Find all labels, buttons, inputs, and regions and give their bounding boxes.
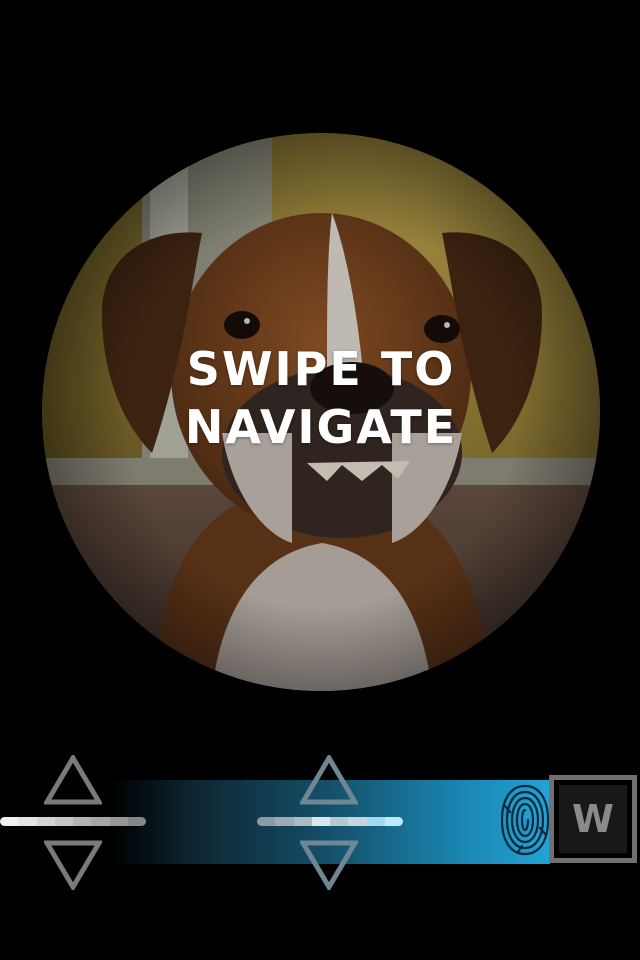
fingerprint-icon[interactable] xyxy=(498,776,552,864)
triangle-up-icon[interactable] xyxy=(44,755,102,805)
swipe-to-navigate-hint: SWIPE TO NAVIGATE xyxy=(42,340,600,456)
w-logo[interactable]: W xyxy=(549,775,637,863)
hint-line-2: NAVIGATE xyxy=(184,400,458,454)
logo-letter: W xyxy=(559,785,627,853)
triangle-up-icon[interactable] xyxy=(300,755,358,805)
middle-position-slider[interactable] xyxy=(257,817,403,826)
triangle-down-icon[interactable] xyxy=(44,840,102,890)
left-position-slider[interactable] xyxy=(0,817,146,826)
hint-line-1: SWIPE TO xyxy=(186,342,456,396)
triangle-down-icon[interactable] xyxy=(300,840,358,890)
